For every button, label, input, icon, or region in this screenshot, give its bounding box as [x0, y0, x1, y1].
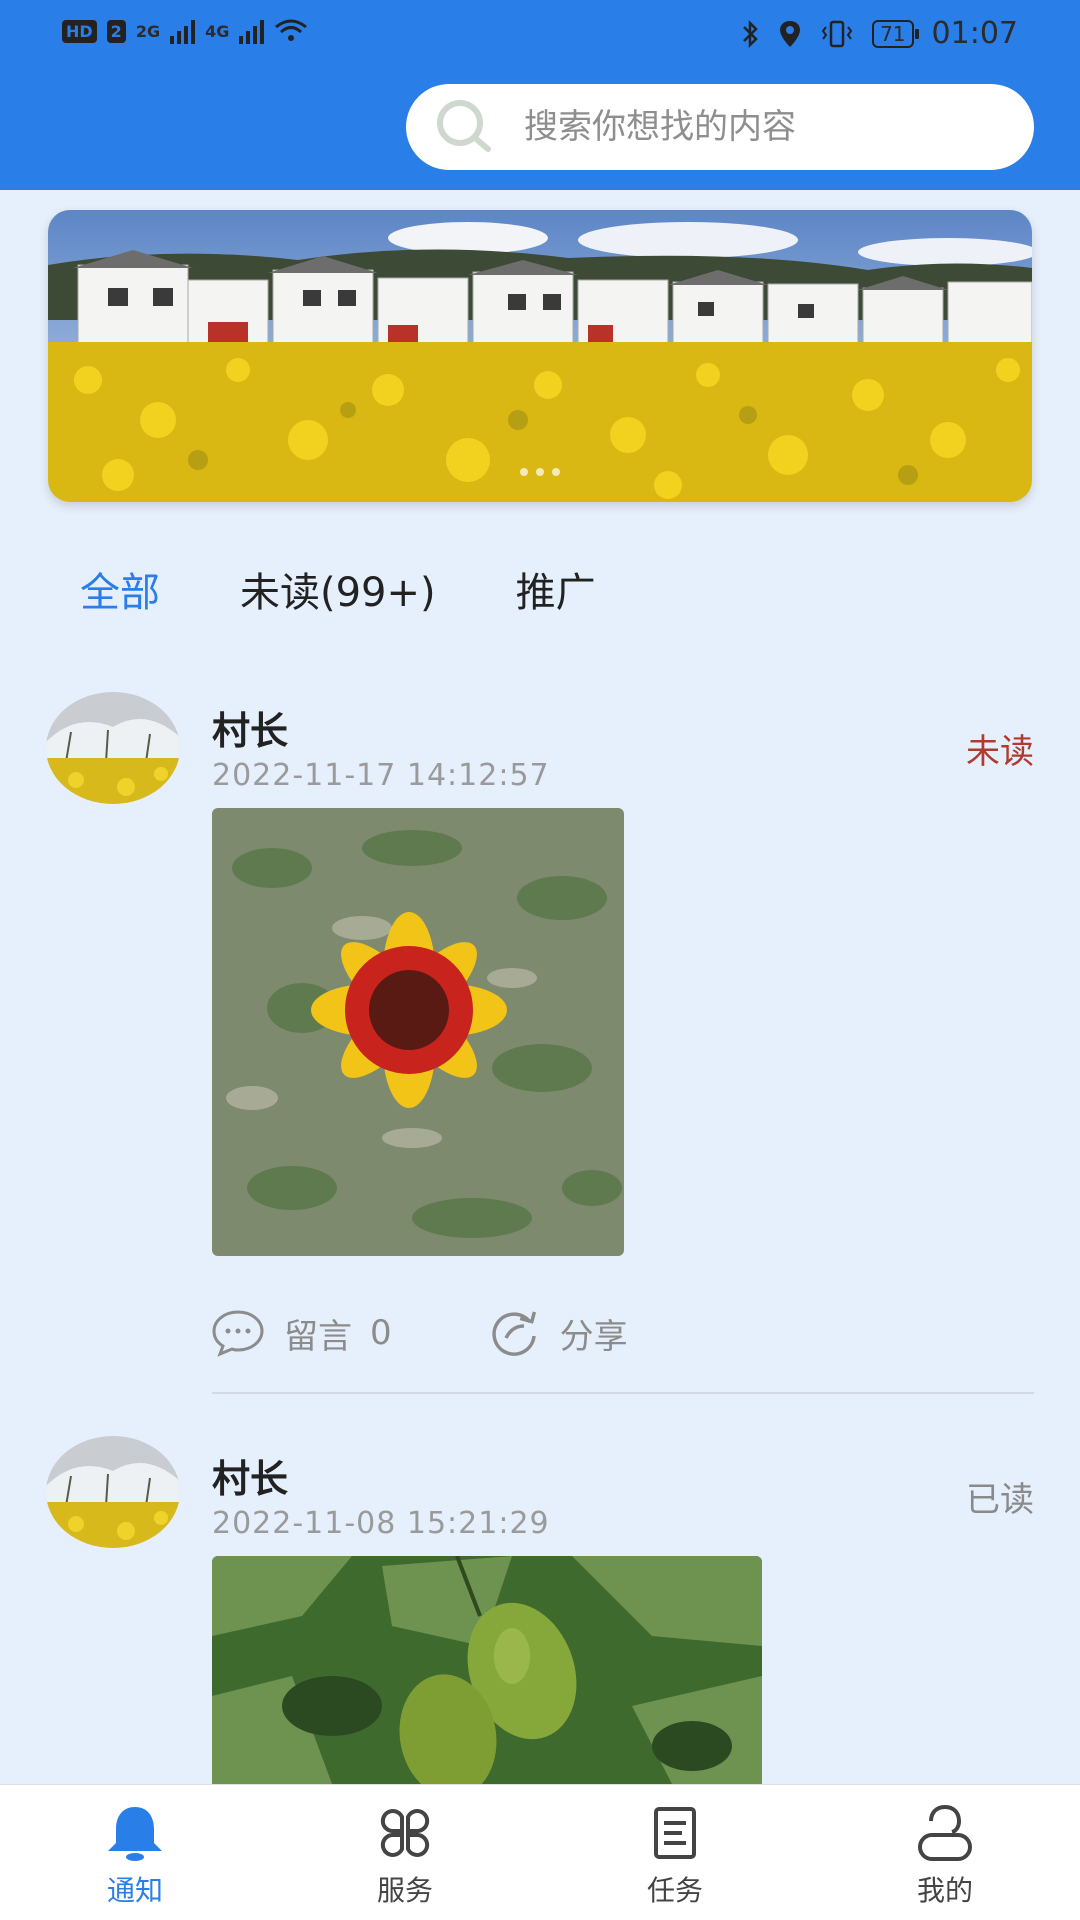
battery-icon: 71 — [872, 19, 920, 48]
comment-icon — [212, 1310, 264, 1357]
signal-icon-2 — [239, 18, 265, 44]
search-bar[interactable] — [406, 84, 1034, 170]
tab-promotion[interactable]: 推广 — [516, 560, 596, 618]
bluetooth-icon — [743, 19, 758, 48]
app-header: HD 2 2G 4G 71 01:07 — [0, 0, 1080, 190]
bottom-navigation: 通知 服务 任务 我的 — [0, 1784, 1080, 1920]
post-author: 村长 — [212, 1457, 289, 1501]
sim-badge: 2 — [106, 19, 126, 43]
wifi-icon — [275, 19, 308, 41]
tab-unread[interactable]: 未读(99+) — [240, 560, 436, 618]
filter-tabs: 全部 未读(99+) 推广 — [80, 560, 596, 618]
avatar[interactable] — [46, 692, 180, 804]
post-image[interactable] — [212, 1556, 762, 1784]
read-status-badge: 已读 — [966, 1480, 1034, 1520]
status-left: HD 2 2G 4G — [62, 18, 308, 44]
document-icon — [654, 1807, 696, 1859]
post-time: 2022-11-17 14:12:57 — [212, 758, 550, 793]
share-button[interactable]: 分享 — [486, 1308, 628, 1358]
comment-button[interactable]: 留言 0 — [210, 1308, 392, 1358]
location-icon — [780, 20, 801, 47]
network-label-1: 2G — [135, 21, 161, 41]
search-icon — [437, 100, 491, 152]
share-label: 分享 — [559, 1316, 628, 1357]
divider — [212, 1392, 1034, 1394]
status-bar: HD 2 2G 4G 71 01:07 — [0, 0, 1080, 70]
post-time: 2022-11-08 15:21:29 — [212, 1506, 550, 1541]
share-icon — [492, 1311, 536, 1356]
banner-pagination — [520, 468, 560, 476]
signal-icon — [170, 18, 196, 44]
nav-item-services[interactable]: 服务 — [270, 1785, 540, 1920]
comment-count: 0 — [370, 1313, 392, 1353]
nav-item-notifications[interactable]: 通知 — [0, 1785, 270, 1920]
status-right: 71 01:07 — [740, 16, 1018, 51]
grid-icon — [380, 1809, 430, 1857]
read-status-badge: 未读 — [966, 732, 1034, 772]
bell-icon — [108, 1807, 162, 1861]
user-icon — [918, 1805, 972, 1861]
post-actions: 留言 0 分享 — [210, 1308, 722, 1358]
network-label-2: 4G — [205, 21, 230, 41]
post-image[interactable] — [212, 808, 624, 1256]
nav-label: 任务 — [646, 1874, 703, 1907]
nav-label: 我的 — [916, 1874, 973, 1907]
tab-all[interactable]: 全部 — [80, 560, 160, 618]
search-input[interactable] — [524, 107, 1004, 147]
nav-label: 服务 — [376, 1874, 433, 1907]
comment-label: 留言 — [284, 1316, 352, 1357]
nav-item-tasks[interactable]: 任务 — [540, 1785, 810, 1920]
hd-badge: HD — [62, 19, 97, 43]
nav-label: 通知 — [106, 1874, 163, 1907]
banner-image[interactable] — [48, 210, 1032, 502]
vibrate-icon — [821, 20, 853, 47]
clock: 01:07 — [931, 16, 1018, 51]
post-author: 村长 — [212, 709, 289, 753]
nav-item-profile[interactable]: 我的 — [810, 1785, 1080, 1920]
avatar[interactable] — [46, 1436, 180, 1548]
